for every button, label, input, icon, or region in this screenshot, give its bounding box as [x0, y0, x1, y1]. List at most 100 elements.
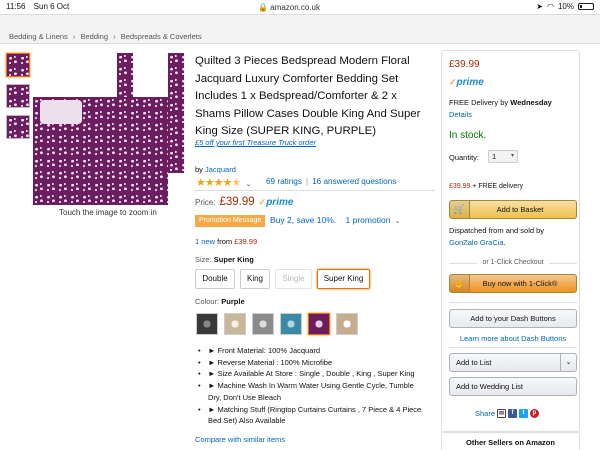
pinterest-share-icon[interactable]: p — [530, 409, 540, 418]
ratings-summary: 69 ratings | 16 answered questions — [266, 177, 396, 186]
cart-icon: 🛒 — [450, 201, 470, 218]
answered-questions-link[interactable]: 16 answered questions — [312, 177, 396, 186]
delivery-prefix: FREE Delivery by — [449, 98, 509, 107]
star-rating[interactable]: ★★★★★ ⌄ — [196, 176, 251, 189]
buybox-price: £39.99 — [449, 59, 480, 70]
one-click-label: or 1-Click Checkout — [482, 259, 544, 266]
breadcrumb-item[interactable]: Bedding — [80, 32, 108, 41]
price-row: Price: £39.99 ✓prime — [195, 196, 293, 208]
delivery-day: Wednesday — [510, 98, 552, 107]
promotion-text: Buy 2, save 10%. 1 promotion ⌄ — [270, 215, 401, 225]
breadcrumb: Bedding & Linens › Bedding › Bedspreads … — [0, 14, 600, 44]
treasure-truck-link[interactable]: £5 off your first Treasure Truck order — [195, 138, 316, 147]
status-indicators: ➤ ◠ 10% — [536, 2, 594, 11]
breadcrumb-item[interactable]: Bedding & Linens — [9, 32, 68, 41]
battery-icon — [578, 3, 594, 10]
size-option-super-king[interactable]: Super King — [317, 269, 370, 289]
new-offers-link[interactable]: 1 new — [195, 237, 215, 246]
thumbnail-image — [7, 85, 29, 107]
star-icon: ★ — [213, 177, 224, 189]
new-from-offer: 1 new from £39.99 — [195, 237, 257, 246]
dispatched-info: Dispatched from and sold by GonZalo GraC… — [449, 225, 574, 248]
buy-now-button[interactable]: ☝ Buy now with 1-Click® — [449, 274, 577, 293]
colour-swatch-purple[interactable] — [308, 313, 330, 335]
divider — [449, 347, 577, 348]
status-time: 11:56 Sun 6 Oct — [6, 2, 69, 11]
dash-button[interactable]: Add to your Dash Buttons — [449, 309, 577, 328]
chevron-down-icon[interactable]: ⌄ — [560, 354, 576, 371]
email-share-icon[interactable]: ✉ — [497, 409, 507, 418]
promotion-count-link[interactable]: 1 promotion — [339, 215, 391, 225]
address-bar-url: amazon.co.uk — [270, 3, 321, 12]
quantity-select[interactable]: 1 ▾ — [488, 150, 518, 163]
learn-dash-link[interactable]: Learn more about Dash Buttons — [449, 334, 577, 343]
lock-icon: 🔒 — [258, 3, 268, 12]
other-sellers-header: Other Sellers on Amazon — [441, 432, 580, 450]
zoom-hint: Touch the image to zoom in — [59, 208, 157, 217]
gallery-thumbnail[interactable] — [6, 84, 30, 108]
dispatched-text: Dispatched from and sold by — [449, 226, 545, 235]
size-option-single[interactable]: Single — [275, 269, 312, 289]
promotion-badge: Promotion Message — [195, 215, 266, 227]
size-label: Size: Super King — [195, 255, 254, 264]
thumbnail-image — [7, 116, 29, 138]
brand-prefix: by — [195, 165, 203, 174]
price-shipping-line: £39.99 + FREE delivery — [449, 183, 523, 190]
price-label: Price: — [195, 198, 216, 207]
colour-swatch-silver[interactable] — [252, 313, 274, 335]
feature-bullet: ► Size Available At Store : Single , Dou… — [198, 368, 428, 380]
star-icon: ★ — [204, 177, 215, 189]
status-time-text: 11:56 — [6, 2, 26, 11]
feature-bullet: ► Matching Stuff (Ringtop Curtains Curta… — [198, 404, 428, 427]
colour-swatch-teal[interactable] — [280, 313, 302, 335]
seller-link[interactable]: GonZalo GraCia — [449, 238, 504, 247]
feature-bullets: ► Front Material: 100% Jacquard ► Revers… — [198, 345, 428, 427]
brand-byline: by Jacquard — [195, 165, 236, 174]
colour-swatch-cream[interactable] — [224, 313, 246, 335]
add-to-basket-button[interactable]: 🛒 Add to Basket — [449, 200, 577, 219]
wifi-icon: ◠ — [547, 2, 554, 11]
half-star-icon: ★ — [231, 177, 242, 189]
colour-swatch-grey[interactable] — [196, 313, 218, 335]
breadcrumb-item[interactable]: Bedspreads & Coverlets — [121, 32, 202, 41]
stock-status: In stock. — [449, 130, 487, 141]
star-icon: ★ — [222, 177, 233, 189]
share-row: Share ✉ f t p — [475, 409, 540, 418]
feature-bullet: ► Reverse Material : 100% Microfibe — [198, 357, 428, 369]
star-icon: ★ — [196, 177, 206, 189]
address-bar[interactable]: 🔒 amazon.co.uk — [258, 3, 320, 12]
brand-link[interactable]: Jacquard — [205, 165, 236, 174]
promotion-offer-link[interactable]: Buy 2, save 10%. — [270, 215, 336, 225]
size-label-text: Size: — [195, 255, 212, 264]
add-to-basket-label: Add to Basket — [496, 205, 544, 214]
breadcrumb-separator: › — [72, 32, 76, 41]
add-to-list-button[interactable]: Add to List ⌄ — [449, 353, 577, 372]
ratings-count-link[interactable]: 69 ratings — [266, 177, 302, 186]
facebook-share-icon[interactable]: f — [508, 409, 518, 418]
gallery-thumbnail[interactable] — [6, 53, 30, 77]
pillow-image — [40, 100, 82, 124]
wedding-list-button[interactable]: Add to Wedding List — [449, 377, 577, 396]
twitter-share-icon[interactable]: t — [519, 409, 529, 418]
price-value: £39.99 — [219, 196, 255, 208]
delivery-info: FREE Delivery by Wednesday — [449, 98, 552, 107]
ship-price: £39.99 — [449, 183, 471, 190]
new-from-price: £39.99 — [234, 237, 258, 246]
size-option-double[interactable]: Double — [195, 269, 235, 289]
share-label[interactable]: Share — [475, 409, 495, 418]
battery-percent: 10% — [557, 2, 574, 11]
seller-suffix: . — [503, 237, 506, 247]
colour-swatch-beige[interactable] — [336, 313, 358, 335]
buy-now-label: Buy now with 1-Click® — [482, 279, 558, 288]
breadcrumb-separator: › — [113, 32, 116, 41]
curtain-image-right — [168, 53, 184, 173]
gallery-thumbnail[interactable] — [6, 115, 30, 139]
quantity-label: Quantity: — [449, 153, 480, 162]
chevron-down-icon: ⌄ — [394, 218, 401, 225]
size-selected: Super King — [213, 255, 254, 264]
new-from-label: from — [217, 237, 233, 246]
quantity-value: 1 — [492, 152, 497, 161]
delivery-details-link[interactable]: Details — [449, 110, 472, 119]
compare-similar-link[interactable]: Compare with similar items — [195, 435, 285, 444]
size-option-king[interactable]: King — [240, 269, 270, 289]
